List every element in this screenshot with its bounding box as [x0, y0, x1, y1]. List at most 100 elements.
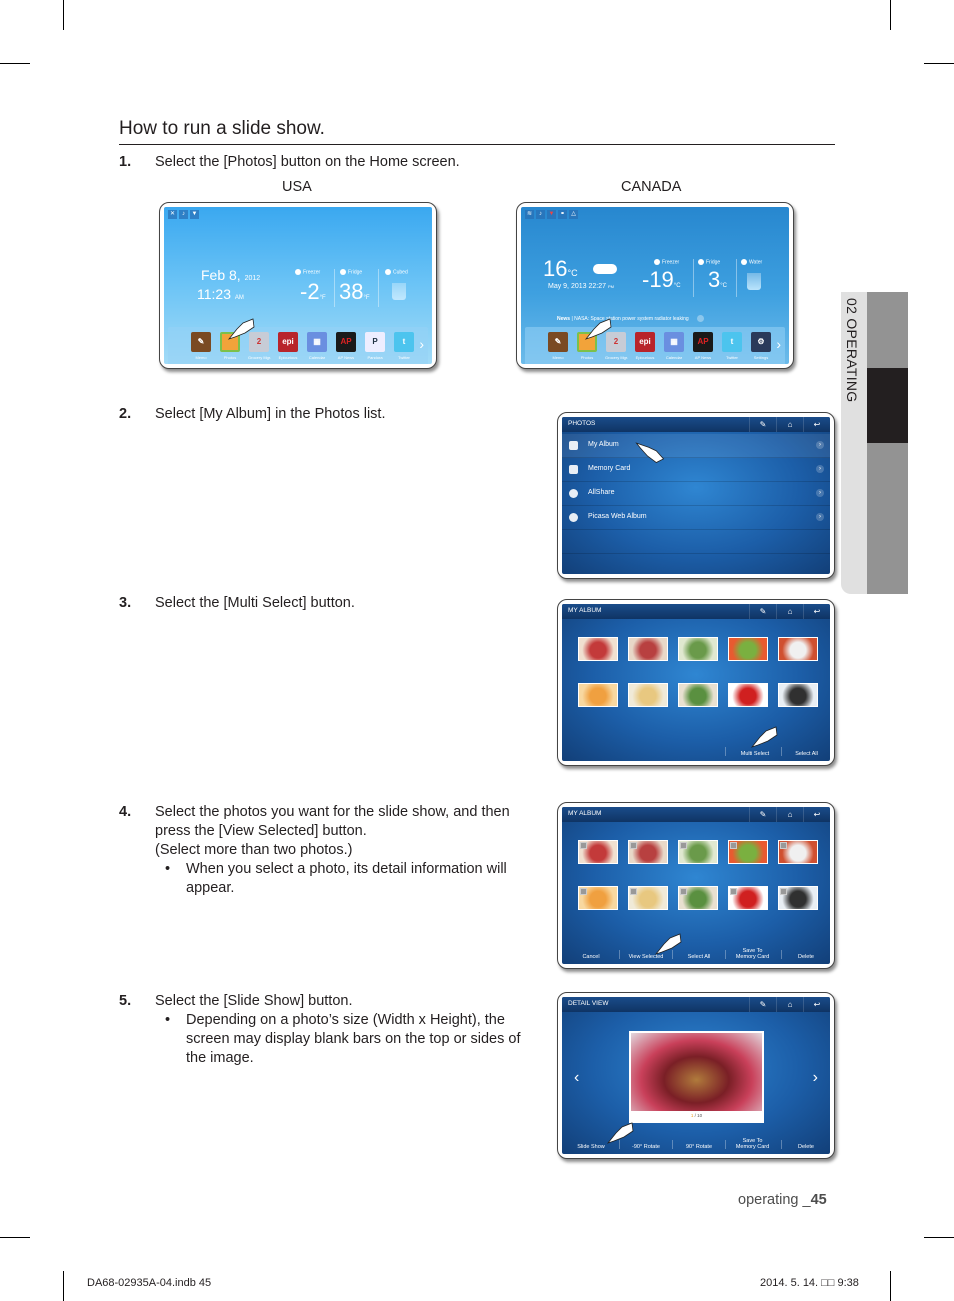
checkbox[interactable]	[730, 888, 737, 895]
edit-icon[interactable]: ✎	[749, 807, 776, 822]
checkbox[interactable]	[630, 888, 637, 895]
photo-thumbnail[interactable]	[728, 683, 768, 707]
app-memo[interactable]: ✎ Memo	[190, 332, 212, 360]
edit-icon[interactable]: ✎	[749, 997, 776, 1012]
app-pandora[interactable]: P Pandora	[364, 332, 386, 360]
app-settings[interactable]: ⚙ Settings	[750, 332, 772, 360]
home-icon[interactable]: ⌂	[776, 997, 803, 1012]
checkbox[interactable]	[630, 842, 637, 849]
photo-thumbnail[interactable]	[778, 637, 818, 661]
rotate-right-button[interactable]: 90° Rotate	[674, 1144, 724, 1150]
photo-thumbnail[interactable]	[578, 840, 618, 864]
previous-photo-icon[interactable]: ‹	[574, 1069, 579, 1087]
divider	[736, 259, 737, 297]
select-all-button[interactable]: Select All	[784, 751, 829, 757]
chapter-tab: 02 OPERATING	[841, 292, 908, 594]
home-icon[interactable]: ⌂	[776, 807, 803, 822]
water-label: Water	[741, 259, 762, 265]
next-photo-icon[interactable]: ›	[813, 1069, 818, 1087]
checkbox[interactable]	[730, 842, 737, 849]
list-item-my-album[interactable]: My Album ›	[562, 434, 830, 458]
checkbox[interactable]	[680, 842, 687, 849]
photo-thumbnail[interactable]	[678, 840, 718, 864]
app-epicurious[interactable]: epi Epicurious	[634, 332, 656, 360]
back-icon[interactable]: ↩	[803, 417, 830, 432]
photo-thumbnail[interactable]	[778, 683, 818, 707]
empty-row	[562, 530, 830, 554]
app-twitter[interactable]: t Twitter	[721, 332, 743, 360]
checkbox[interactable]	[780, 842, 787, 849]
freezer-temp[interactable]: -19°C	[642, 267, 681, 293]
photo-thumbnail[interactable]	[628, 637, 668, 661]
photo-thumbnail[interactable]	[578, 683, 618, 707]
photo-thumbnail[interactable]	[578, 637, 618, 661]
cancel-button[interactable]: Cancel	[567, 954, 615, 960]
outside-temp: 16°C	[543, 256, 578, 281]
news-ticker[interactable]: News | NASA: Space station power system …	[557, 315, 704, 322]
step-number: 2.	[119, 406, 132, 422]
app-calendar[interactable]: ▦ Calendar	[306, 332, 328, 360]
fridge-temp[interactable]: 3°C	[708, 267, 727, 293]
back-icon[interactable]: ↩	[803, 997, 830, 1012]
epicurious-icon: epi	[278, 332, 298, 352]
checkbox[interactable]	[580, 888, 587, 895]
checkbox[interactable]	[580, 842, 587, 849]
checkbox[interactable]	[680, 888, 687, 895]
photo-thumbnail[interactable]	[778, 886, 818, 910]
back-icon[interactable]: ↩	[803, 604, 830, 619]
list-item-memory-card[interactable]: Memory Card ›	[562, 458, 830, 482]
ap-news-icon: AP	[693, 332, 713, 352]
photo-thumbnail[interactable]	[728, 886, 768, 910]
freezer-label: Freezer	[295, 269, 320, 275]
filter-icon: ▼	[190, 210, 199, 219]
photo-thumbnail[interactable]	[628, 840, 668, 864]
photo-thumbnail[interactable]	[628, 886, 668, 910]
delete-button[interactable]: Delete	[782, 1144, 830, 1150]
step-text: Select the photos you want for the slide…	[155, 804, 510, 858]
photo-thumbnail[interactable]	[728, 840, 768, 864]
list-item-allshare[interactable]: AllShare ›	[562, 482, 830, 506]
app-memo[interactable]: ✎ Memo	[547, 332, 569, 360]
status-bar: ≋ ♪ ▼ ⚭ △	[525, 210, 578, 219]
list-item-picasa[interactable]: Picasa Web Album ›	[562, 506, 830, 530]
app-epicurious[interactable]: epi Epicurious	[277, 332, 299, 360]
chevron-right-icon[interactable]: ›	[419, 336, 424, 352]
photo-thumbnail[interactable]	[678, 683, 718, 707]
edit-icon[interactable]: ✎	[749, 417, 776, 432]
date: Feb 8, 2012	[201, 267, 261, 283]
photo-thumbnail[interactable]	[678, 637, 718, 661]
save-to-memory-card-button[interactable]: Save To Memory Card	[725, 1138, 780, 1150]
chevron-right-icon: ›	[816, 465, 824, 473]
photo-thumbnail[interactable]	[728, 637, 768, 661]
home-icon[interactable]: ⌂	[776, 417, 803, 432]
photo-thumbnail[interactable]	[628, 683, 668, 707]
home-screen-canada: ≋ ♪ ▼ ⚭ △ 16°C May 9, 2013 22:27 PM Free…	[516, 202, 794, 369]
step-number: 3.	[119, 595, 132, 611]
app-ap-news[interactable]: AP AP News	[335, 332, 357, 360]
water-cup-icon[interactable]	[747, 273, 761, 290]
ice-cup-icon[interactable]	[392, 283, 406, 300]
app-ap-news[interactable]: AP AP News	[692, 332, 714, 360]
photo-preview[interactable]: 1 / 10	[629, 1031, 764, 1123]
app-calendar[interactable]: ▦ Calendar	[663, 332, 685, 360]
pandora-icon: P	[365, 332, 385, 352]
freezer-temp[interactable]: -2°F	[300, 279, 326, 305]
delete-button[interactable]: Delete	[782, 954, 830, 960]
back-icon[interactable]: ↩	[803, 807, 830, 822]
app-twitter[interactable]: t Twitter	[393, 332, 415, 360]
edit-icon[interactable]: ✎	[749, 604, 776, 619]
top-bar: MY ALBUM ✎ ⌂ ↩	[562, 807, 830, 822]
home-icon[interactable]: ⌂	[776, 604, 803, 619]
save-to-memory-card-button[interactable]: Save To Memory Card	[725, 948, 780, 960]
chevron-right-icon[interactable]: ›	[776, 336, 781, 352]
fridge-temp[interactable]: 38°F	[339, 279, 370, 305]
multi-select-button[interactable]: Multi Select	[730, 751, 780, 757]
photo-thumbnail[interactable]	[678, 886, 718, 910]
news-more-icon[interactable]	[696, 315, 704, 322]
photo-thumbnail[interactable]	[578, 886, 618, 910]
divider	[693, 259, 694, 297]
photo-thumbnail[interactable]	[778, 840, 818, 864]
checkbox[interactable]	[780, 888, 787, 895]
step-text: Select [My Album] in the Photos list.	[155, 406, 386, 422]
crop-mark	[890, 0, 891, 30]
